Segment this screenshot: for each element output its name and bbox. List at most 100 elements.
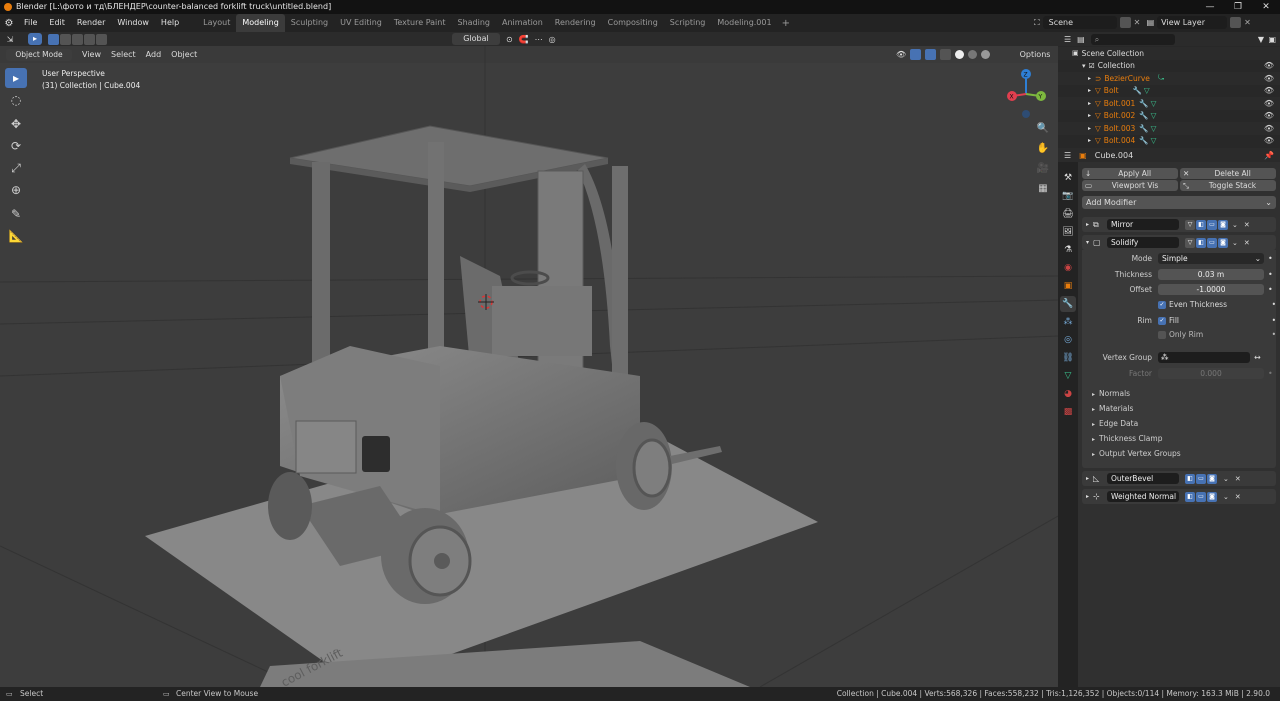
transform-orientation-dropdown[interactable]: Global xyxy=(452,33,500,45)
modifier-name-field[interactable]: Weighted Normal xyxy=(1107,491,1180,502)
3d-viewport[interactable]: Object Mode View Select Add Object 👁 Opt… xyxy=(0,46,1058,687)
mode-dropdown[interactable]: Simple ⌄ xyxy=(1158,253,1264,264)
view-layer-selector[interactable]: View Layer xyxy=(1157,16,1228,29)
apply-all-button[interactable]: ↓ Apply All xyxy=(1082,168,1178,179)
select-box-tool-icon[interactable]: ▸ xyxy=(28,33,42,45)
visibility-eye-icon[interactable]: 👁 xyxy=(1264,124,1274,133)
outliner-collection[interactable]: ▾ ☑ Collection 👁 xyxy=(1058,60,1280,73)
expand-arrow-icon[interactable]: ▸ xyxy=(1088,112,1091,119)
toggle-stack-button[interactable]: ⤡ Toggle Stack xyxy=(1180,180,1276,191)
outliner-item[interactable]: ▸ ▽ Bolt 🔧 ▽ 👁 xyxy=(1058,85,1280,98)
outliner-item[interactable]: ▸ ▽ Bolt.004 🔧 ▽ 👁 xyxy=(1058,135,1280,148)
subpanel-edge-data[interactable]: ▸ Edge Data xyxy=(1082,416,1276,431)
view-layer-tab-icon[interactable]: 🖼 xyxy=(1060,224,1076,240)
outliner-item[interactable]: ▸ ▽ Bolt.001 🔧 ▽ 👁 xyxy=(1058,97,1280,110)
realtime-icon[interactable]: ▭ xyxy=(1207,219,1218,230)
menu-file[interactable]: File xyxy=(18,14,43,32)
tab-sculpting[interactable]: Sculpting xyxy=(285,14,334,32)
outliner-item[interactable]: ▸ ⊃ BezierCurve ⤿ 👁 xyxy=(1058,72,1280,85)
navigation-gizmo[interactable]: Z Y X xyxy=(1007,69,1046,118)
scale-tool-icon[interactable]: ⤢ xyxy=(5,158,27,178)
outliner-scene-collection[interactable]: ▣ Scene Collection xyxy=(1058,47,1280,60)
visibility-eye-icon[interactable]: 👁 xyxy=(1264,61,1274,70)
keyframe-dot-icon[interactable]: • xyxy=(1268,270,1273,279)
delete-view-layer-icon[interactable]: ✕ xyxy=(1244,18,1254,27)
remove-modifier-icon[interactable]: ✕ xyxy=(1235,493,1241,501)
viewport-vis-button[interactable]: ▭ Viewport Vis xyxy=(1082,180,1178,191)
edit-cage-icon[interactable]: ▽ xyxy=(1185,219,1196,230)
visibility-eye-icon[interactable]: 👁 xyxy=(1264,136,1274,145)
camera-view-icon[interactable]: 🎥 xyxy=(1035,160,1051,176)
display-mode-icon[interactable]: ▤ xyxy=(1077,35,1085,44)
delete-all-button[interactable]: ✕ Delete All xyxy=(1180,168,1276,179)
new-collection-icon[interactable]: ▣ xyxy=(1268,35,1276,44)
subpanel-materials[interactable]: ▸ Materials xyxy=(1082,401,1276,416)
edit-mode-icon[interactable]: ◧ xyxy=(1185,473,1196,484)
subpanel-output-vertex-groups[interactable]: ▸ Output Vertex Groups xyxy=(1082,446,1276,461)
expand-arrow-icon[interactable]: ▾ xyxy=(1082,239,1093,246)
render-icon[interactable]: ◙ xyxy=(1218,237,1229,248)
delete-scene-icon[interactable]: ✕ xyxy=(1134,18,1144,27)
select-mode-extend-icon[interactable] xyxy=(60,33,71,45)
tab-compositing[interactable]: Compositing xyxy=(602,14,664,32)
expand-arrow-icon[interactable]: ▾ xyxy=(1082,62,1086,70)
cursor-tool-icon[interactable]: ◌ xyxy=(5,90,27,110)
realtime-icon[interactable]: ▭ xyxy=(1196,491,1207,502)
subpanel-normals[interactable]: ▸ Normals xyxy=(1082,386,1276,401)
object-tab-icon[interactable]: ▣ xyxy=(1060,278,1076,294)
zoom-icon[interactable]: 🔍 xyxy=(1035,120,1051,136)
chevron-down-icon[interactable]: ⌄ xyxy=(1223,475,1229,483)
expand-arrow-icon[interactable]: ▸ xyxy=(1082,475,1093,482)
expand-arrow-icon[interactable]: ▸ xyxy=(1088,137,1091,144)
chevron-down-icon[interactable]: ⌄ xyxy=(1223,493,1229,501)
chevron-down-icon[interactable]: ⌄ xyxy=(1232,221,1238,229)
checkbox-icon[interactable]: ☑ xyxy=(1089,62,1095,70)
filter-icon[interactable]: ▼ xyxy=(1258,35,1264,44)
material-tab-icon[interactable]: ◕ xyxy=(1060,386,1076,402)
thickness-field[interactable]: 0.03 m xyxy=(1158,269,1264,280)
outliner-search-input[interactable]: ⌕ xyxy=(1090,33,1175,45)
edit-mode-icon[interactable]: ◧ xyxy=(1196,219,1207,230)
modifier-solidify[interactable]: ▾ ▢ Solidify ▽ ◧ ▭ ◙ ⌄ ✕ xyxy=(1082,235,1276,250)
remove-modifier-icon[interactable]: ✕ xyxy=(1235,475,1241,483)
output-tab-icon[interactable]: 🖨 xyxy=(1060,206,1076,222)
physics-tab-icon[interactable]: ◎ xyxy=(1060,332,1076,348)
new-scene-icon[interactable] xyxy=(1119,17,1131,28)
modifier-name-field[interactable]: Solidify xyxy=(1107,237,1180,248)
modifier-weighted-normal[interactable]: ▸ ⊹ Weighted Normal ◧ ▭ ◙ ⌄ ✕ xyxy=(1082,489,1276,504)
close-button[interactable]: ✕ xyxy=(1252,0,1280,14)
keyframe-dot-icon[interactable]: • xyxy=(1268,285,1273,294)
chevron-down-icon[interactable]: ⌄ xyxy=(1232,239,1238,247)
select-tool-icon[interactable]: ▸ xyxy=(5,68,27,88)
outliner-item[interactable]: ▸ ▽ Bolt.003 🔧 ▽ 👁 xyxy=(1058,122,1280,135)
visibility-eye-icon[interactable]: 👁 xyxy=(1264,86,1274,95)
edit-mode-icon[interactable]: ◧ xyxy=(1185,491,1196,502)
only-rim-checkbox[interactable]: Only Rim • xyxy=(1158,330,1276,339)
tab-shading[interactable]: Shading xyxy=(451,14,496,32)
transform-tool-icon[interactable]: ⊕ xyxy=(5,180,27,200)
realtime-icon[interactable]: ▭ xyxy=(1196,473,1207,484)
data-tab-icon[interactable]: ▽ xyxy=(1060,368,1076,384)
tab-layout[interactable]: Layout xyxy=(197,14,236,32)
tab-animation[interactable]: Animation xyxy=(496,14,549,32)
subpanel-thickness-clamp[interactable]: ▸ Thickness Clamp xyxy=(1082,431,1276,446)
render-tab-icon[interactable]: 📷 xyxy=(1060,188,1076,204)
modifier-name-field[interactable]: Mirror xyxy=(1107,219,1180,230)
pivot-point-icon[interactable]: ⊙ xyxy=(506,35,513,44)
edit-mode-icon[interactable]: ◧ xyxy=(1196,237,1207,248)
minimize-button[interactable]: — xyxy=(1196,0,1224,14)
select-mode-invert-icon[interactable] xyxy=(84,33,95,45)
factor-field[interactable]: 0.000 xyxy=(1158,368,1264,379)
visibility-eye-icon[interactable]: 👁 xyxy=(1264,99,1274,108)
perspective-toggle-icon[interactable]: ▦ xyxy=(1035,180,1051,196)
proportional-editing-icon[interactable]: ◎ xyxy=(549,35,556,44)
menu-edit[interactable]: Edit xyxy=(43,14,71,32)
properties-editor-icon[interactable]: ☰ xyxy=(1064,151,1071,160)
offset-field[interactable]: -1.0000 xyxy=(1158,284,1264,295)
keyframe-dot-icon[interactable]: • xyxy=(1268,254,1273,263)
modifier-name-field[interactable]: OuterBevel xyxy=(1107,473,1180,484)
outliner-editor-icon[interactable]: ☰ xyxy=(1064,35,1071,44)
render-icon[interactable]: ◙ xyxy=(1218,219,1229,230)
fill-checkbox[interactable]: ✓ Fill xyxy=(1158,316,1179,325)
scene-tab-icon[interactable]: ⚗ xyxy=(1060,242,1076,258)
